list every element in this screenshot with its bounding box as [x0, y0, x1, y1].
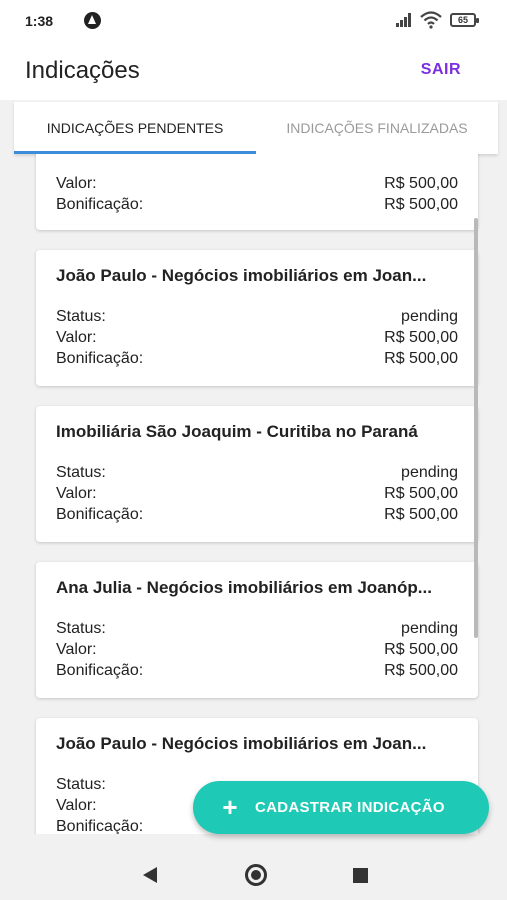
tab-finished[interactable]: INDICAÇÕES FINALIZADAS [256, 102, 498, 154]
referral-card[interactable]: Valor: R$ 500,00 Bonificação: R$ 500,00 [36, 154, 478, 230]
status-label: Status: [56, 776, 106, 793]
bonus-amount: R$ 500,00 [384, 662, 458, 679]
bonus-amount: R$ 500,00 [384, 350, 458, 367]
battery-icon: 65 [450, 13, 479, 27]
value-label: Valor: [56, 175, 97, 192]
card-title: João Paulo - Negócios imobiliários em Jo… [56, 734, 427, 753]
referral-card[interactable]: Ana Julia - Negócios imobiliários em Joa… [36, 562, 478, 698]
app-bar: Indicações SAIR [0, 40, 507, 100]
card-title: Ana Julia - Negócios imobiliários em Joa… [56, 578, 432, 597]
bonus-amount: R$ 500,00 [384, 506, 458, 523]
home-icon[interactable] [245, 864, 267, 886]
status-bar: 1:38 65 [0, 0, 507, 40]
tab-bar: INDICAÇÕES PENDENTES INDICAÇÕES FINALIZA… [14, 102, 498, 154]
referral-card[interactable]: Imobiliária São Joaquim - Curitiba no Pa… [36, 406, 478, 542]
status-value: pending [401, 308, 458, 325]
referral-card[interactable]: João Paulo - Negócios imobiliários em Jo… [36, 250, 478, 386]
value-amount: R$ 500,00 [384, 485, 458, 502]
bonus-label: Bonificação: [56, 506, 144, 523]
status-row: Status: pending [56, 464, 458, 485]
bonus-label: Bonificação: [56, 818, 144, 834]
notification-icon [84, 12, 101, 29]
bonus-amount: R$ 500,00 [384, 196, 458, 213]
signal-icon [396, 13, 412, 27]
value-row: Valor: R$ 500,00 [56, 175, 458, 196]
status-time: 1:38 [25, 13, 54, 29]
bonus-label: Bonificação: [56, 196, 144, 213]
value-row: Valor: R$ 500,00 [56, 641, 458, 662]
recents-icon[interactable] [353, 868, 368, 883]
referral-list[interactable]: Valor: R$ 500,00 Bonificação: R$ 500,00 … [0, 154, 507, 834]
status-value: pending [401, 464, 458, 481]
bonus-row: Bonificação: R$ 500,00 [56, 350, 458, 371]
value-label: Valor: [56, 641, 97, 658]
value-amount: R$ 500,00 [384, 175, 458, 192]
back-icon[interactable] [143, 867, 157, 883]
value-label: Valor: [56, 329, 97, 346]
value-row: Valor: R$ 500,00 [56, 329, 458, 350]
wifi-icon [420, 11, 442, 29]
status-value: pending [401, 620, 458, 637]
status-label: Status: [56, 620, 106, 637]
value-label: Valor: [56, 797, 97, 814]
logout-button[interactable]: SAIR [421, 61, 461, 79]
scrollbar[interactable] [474, 218, 478, 638]
card-title: João Paulo - Negócios imobiliários em Jo… [56, 266, 427, 285]
bonus-row: Bonificação: R$ 500,00 [56, 196, 458, 217]
status-label: Status: [56, 308, 106, 325]
value-label: Valor: [56, 485, 97, 502]
value-amount: R$ 500,00 [384, 329, 458, 346]
bonus-row: Bonificação: R$ 500,00 [56, 662, 458, 683]
value-amount: R$ 500,00 [384, 641, 458, 658]
bonus-label: Bonificação: [56, 662, 144, 679]
bonus-label: Bonificação: [56, 350, 144, 367]
add-referral-button[interactable]: + CADASTRAR INDICAÇÃO [193, 781, 489, 834]
plus-icon: + [222, 792, 238, 822]
tab-pending[interactable]: INDICAÇÕES PENDENTES [14, 102, 256, 154]
system-nav-bar [0, 850, 507, 900]
add-referral-label: CADASTRAR INDICAÇÃO [255, 799, 445, 816]
status-row: Status: pending [56, 308, 458, 329]
page-title: Indicações [25, 57, 140, 84]
bonus-row: Bonificação: R$ 500,00 [56, 506, 458, 527]
status-label: Status: [56, 464, 106, 481]
status-row: Status: pending [56, 620, 458, 641]
value-row: Valor: R$ 500,00 [56, 485, 458, 506]
card-title: Imobiliária São Joaquim - Curitiba no Pa… [56, 422, 418, 441]
